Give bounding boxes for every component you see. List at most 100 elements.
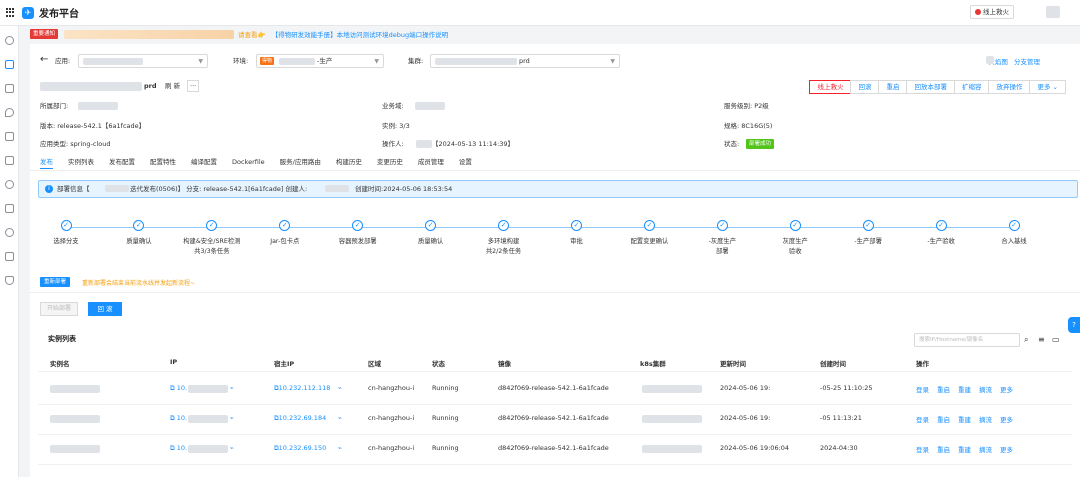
op-link[interactable]: 登录 [916, 446, 929, 454]
host-ip[interactable]: ⧉10.232.112.118 [274, 384, 330, 393]
tab-change-history[interactable]: 变更历史 [377, 156, 403, 169]
instance-ip[interactable]: ⧉ 10. [170, 384, 187, 393]
pipeline-step[interactable]: ✓ 灰度生产 验收 [755, 220, 835, 257]
op-link[interactable]: 登录 [916, 416, 929, 424]
pipeline-step[interactable]: ✓ 质量确认 [391, 220, 471, 247]
tab-release[interactable]: 发布 [40, 156, 53, 169]
monitor-icon[interactable]: ⌁ [338, 444, 342, 452]
monitor-icon[interactable]: ⌁ [338, 384, 342, 392]
tab-settings[interactable]: 设置 [459, 156, 472, 169]
gear-icon[interactable] [5, 180, 14, 189]
search-icon[interactable]: ⌕ [1024, 335, 1028, 345]
h-icon[interactable] [5, 156, 14, 165]
release-icon[interactable] [5, 60, 14, 69]
op-link[interactable]: 重建 [958, 446, 971, 454]
pipeline-step[interactable]: ✓ -生产验收 [901, 220, 981, 247]
start-deploy-button[interactable]: 开始部署 [40, 302, 78, 316]
pipeline-step[interactable]: ✓ 构建&安全/SRE检测 共3/3条任务 [172, 220, 252, 257]
copy-icon[interactable]: ⧉ [170, 444, 175, 452]
action-rollback[interactable]: 回滚 [850, 80, 880, 94]
op-link[interactable]: 摘流 [979, 446, 992, 454]
pipeline-step[interactable]: ✓ 合入基线 [974, 220, 1054, 247]
action-replay[interactable]: 回放本部署 [906, 80, 955, 94]
step-label: -生产验收 [927, 238, 955, 245]
op-link[interactable]: 重建 [958, 386, 971, 394]
op-link[interactable]: 更多 [1000, 446, 1013, 454]
rollback-button[interactable]: 回 滚 [88, 302, 122, 316]
pipeline-icon[interactable] [5, 84, 14, 93]
action-firefight[interactable]: 线上救火 [809, 80, 852, 94]
version: 版本: release-542.1【6a1fcade】 [40, 122, 146, 130]
op-link[interactable]: 更多 [1000, 386, 1013, 394]
op-link[interactable]: 摘流 [979, 386, 992, 394]
collapse-icon[interactable] [986, 56, 994, 64]
tab-dockerfile[interactable]: Dockerfile [232, 156, 265, 169]
monitor-icon[interactable]: ⌁ [230, 444, 234, 452]
online-firefight-button[interactable]: 线上救火 [970, 5, 1014, 19]
back-arrow-icon[interactable]: ← [40, 54, 48, 66]
updated-time: 2024-05-06 19:06:04 [720, 444, 790, 452]
help-float-button[interactable]: ? [1068, 317, 1080, 333]
list-settings-icon[interactable]: ≡ [1038, 335, 1045, 345]
action-more[interactable]: 更多 ⌄ [1029, 80, 1066, 94]
copy-icon[interactable]: ⧉ [170, 384, 175, 392]
redeploy-button[interactable]: 重新部署 [40, 277, 71, 287]
tab-config-feature[interactable]: 配置特性 [150, 156, 176, 169]
main-card: ← 应用: ▼ 环境: 得物 -生产 ▼ 集群: prd ▼ 火焰图 分支管理 prd… [30, 44, 1080, 477]
cog-icon[interactable] [5, 228, 14, 237]
location-icon[interactable] [5, 108, 14, 117]
host-ip[interactable]: ⧉10.232.69.150 [274, 444, 326, 453]
pipeline-step[interactable]: ✓ 多环境构建 共2/2条任务 [464, 220, 544, 257]
apps-grid-icon[interactable] [6, 7, 16, 18]
pipeline-step[interactable]: ✓ 审批 [536, 220, 616, 247]
op-link[interactable]: 摘流 [979, 416, 992, 424]
tab-release-config[interactable]: 发布配置 [109, 156, 135, 169]
server-icon[interactable] [5, 252, 14, 261]
op-link[interactable]: 重建 [958, 416, 971, 424]
instance-ip[interactable]: ⧉ 10. [170, 444, 187, 453]
more-dots-button[interactable]: ··· [187, 80, 200, 92]
tab-route[interactable]: 服务/应用路由 [280, 156, 321, 169]
instance-name-blur [50, 445, 100, 453]
refresh-button[interactable]: 刷 新 [165, 81, 180, 91]
user-avatar[interactable] [1046, 6, 1060, 18]
cluster-select[interactable]: prd ▼ [430, 54, 620, 68]
pipeline-step[interactable]: ✓ 容器预发部署 [318, 220, 398, 247]
settings-icon[interactable] [5, 132, 14, 141]
pipeline-step[interactable]: ✓ 配置变更确认 [609, 220, 689, 247]
app-select[interactable]: ▼ [78, 54, 208, 68]
pipeline-step[interactable]: ✓ 选择分支 [26, 220, 106, 247]
op-link[interactable]: 重启 [937, 446, 950, 454]
instance-ip[interactable]: ⧉ 10. [170, 414, 187, 423]
pipeline-step[interactable]: ✓ Jar-包卡点 [245, 220, 325, 247]
monitor-icon[interactable]: ⌁ [230, 414, 234, 422]
op-link[interactable]: 重启 [937, 416, 950, 424]
action-abort[interactable]: 放弃操作 [988, 80, 1031, 94]
shield-icon[interactable] [5, 276, 14, 285]
op-link[interactable]: 更多 [1000, 416, 1013, 424]
action-scale[interactable]: 扩缩容 [953, 80, 990, 94]
notice-link[interactable]: 【得物研发效能手册】本地访问测试环境debug端口操作说明 [272, 29, 449, 39]
action-restart[interactable]: 重启 [878, 80, 908, 94]
pipeline-step[interactable]: ✓ 质量确认 [99, 220, 179, 247]
monitor-icon[interactable]: ⌁ [338, 414, 342, 422]
monitor-icon[interactable]: ⌁ [230, 384, 234, 392]
op-link[interactable]: 登录 [916, 386, 929, 394]
copy-icon[interactable]: ⧉ [170, 414, 175, 422]
terminal-icon[interactable]: ▭ [1052, 335, 1060, 345]
tab-build-history[interactable]: 构建历史 [336, 156, 362, 169]
env-select[interactable]: 得物 -生产 ▼ [256, 54, 384, 68]
pipeline-step[interactable]: ✓ -生产部署 [828, 220, 908, 247]
row-ops: 登录 重启 重建 摘流 更多 [916, 444, 1021, 454]
instance-search-input[interactable]: 搜索IP/Hostname/镜像名 [914, 333, 1020, 347]
tab-instances[interactable]: 实例列表 [68, 156, 94, 169]
dashboard-icon[interactable] [5, 36, 14, 45]
tab-build-config[interactable]: 编译配置 [191, 156, 217, 169]
instance-count: 实例: 3/3 [382, 122, 410, 130]
host-ip[interactable]: ⧉10.232.69.184 [274, 414, 326, 423]
branch-link[interactable]: 分支管理 [1014, 58, 1040, 66]
pipeline-step[interactable]: ✓ -灰度生产 部署 [682, 220, 762, 257]
op-link[interactable]: 重启 [937, 386, 950, 394]
tab-members[interactable]: 成员管理 [418, 156, 444, 169]
document-icon[interactable] [5, 204, 14, 213]
